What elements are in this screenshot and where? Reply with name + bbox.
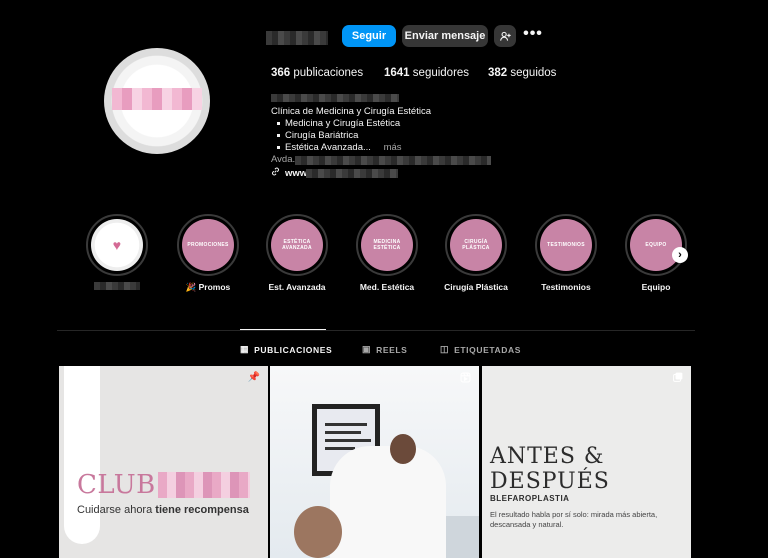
add-user-icon[interactable] (494, 25, 516, 47)
highlight-4[interactable]: CIRUGÍA PLÁSTICA Cirugía Plástica (436, 214, 516, 292)
highlight-label-4: Cirugía Plástica (444, 282, 508, 292)
grid-icon: ▦ (240, 344, 250, 354)
followers-count: 1641 (384, 67, 410, 79)
post-1-club-text: CLUB (77, 470, 156, 500)
tab-etiquetadas[interactable]: ◫ ETIQUETADAS (440, 344, 521, 355)
bio-address-blurred (295, 156, 491, 165)
active-tab-indicator (240, 329, 326, 330)
following-count: 382 (488, 67, 508, 79)
following-label: seguidos (510, 67, 557, 79)
more-options-icon[interactable]: ••• (520, 23, 546, 45)
highlight-2[interactable]: ESTÉTICA AVANZADA Est. Avanzada (257, 214, 337, 292)
posts-label: publicaciones (293, 67, 364, 79)
follow-button[interactable]: Seguir (342, 25, 396, 47)
bio-category: Clínica de Medicina y Cirugía Estética (271, 106, 431, 117)
post-1-brand-blurred (158, 472, 250, 498)
link-icon (271, 167, 280, 179)
highlight-label-2: Est. Avanzada (268, 282, 326, 292)
heart-logo-icon: ♥ (91, 219, 143, 271)
tagged-icon: ◫ (440, 344, 450, 354)
highlight-label-3: Med. Estética (359, 282, 415, 292)
post-3-description: El resultado habla por sí solo: mirada m… (490, 510, 658, 529)
post-3-subtitle: BLEFAROPLASTIA (490, 494, 570, 503)
send-message-button[interactable]: Enviar mensaje (402, 25, 488, 47)
highlight-label-0 (77, 282, 157, 292)
reels-icon: ▣ (362, 344, 372, 354)
bio-link-blurred (306, 169, 398, 178)
highlight-cover-1: PROMOCIONES (182, 219, 234, 271)
highlight-label-6: Equipo (641, 282, 671, 292)
post-1-decor (64, 366, 100, 544)
sparkle-icon: 🎉 (185, 282, 199, 292)
bio-bullet-1: Medicina y Cirugía Estética (271, 118, 531, 130)
highlight-3[interactable]: MEDICINA ESTÉTICA Med. Estética (347, 214, 427, 292)
highlight-cover-5: TESTIMONIOS (540, 219, 592, 271)
tab-reels[interactable]: ▣ REELS (362, 344, 407, 355)
posts-count: 366 (271, 67, 291, 79)
profile-avatar[interactable] (104, 48, 210, 154)
posts-stat[interactable]: 366 publicaciones (271, 67, 363, 79)
chevron-right-icon[interactable]: › (672, 247, 688, 263)
tab-publicaciones[interactable]: ▦ PUBLICACIONES (240, 344, 332, 355)
carousel-icon (673, 372, 683, 385)
tabs-divider (57, 330, 695, 331)
highlight-cover-3: MEDICINA ESTÉTICA (361, 219, 413, 271)
bio-more-link[interactable]: más (384, 142, 402, 154)
reel-icon (460, 372, 471, 386)
bio-link[interactable]: www. (271, 167, 309, 179)
highlight-cover-6: EQUIPO (630, 219, 682, 271)
post-2-patient (294, 506, 342, 558)
highlight-label-5: Testimonios (541, 282, 591, 292)
post-1[interactable]: CLUB Cuidarse ahora tiene recompensa 📌 (59, 366, 268, 558)
highlight-cover-2: ESTÉTICA AVANZADA (271, 219, 323, 271)
profile-username-blurred (266, 31, 328, 45)
following-stat[interactable]: 382 seguidos (488, 67, 556, 79)
avatar-logo-blurred (112, 88, 202, 110)
highlight-5[interactable]: TESTIMONIOS Testimonios (526, 214, 606, 292)
bio-name-blurred (271, 94, 399, 102)
pin-icon: 📌 (247, 372, 260, 383)
highlight-1[interactable]: PROMOCIONES 🎉 Promos (168, 214, 248, 293)
bio-bullet-3: Estética Avanzada... más (271, 142, 531, 154)
bio-bullet-2: Cirugía Bariátrica (271, 130, 531, 142)
highlight-cover-0: ♥ (86, 214, 148, 276)
post-2-doctor (330, 446, 446, 558)
post-2[interactable] (270, 366, 479, 558)
followers-label: seguidores (412, 67, 470, 79)
followers-stat[interactable]: 1641 seguidores (384, 67, 469, 79)
highlight-label-1: Promos (198, 282, 231, 292)
post-3-title: ANTES & DESPUÉS (490, 444, 610, 494)
highlight-cover-4: CIRUGÍA PLÁSTICA (450, 219, 502, 271)
post-1-tagline: Cuidarse ahora tiene recompensa (77, 504, 249, 516)
highlight-0[interactable]: ♥ (77, 214, 157, 292)
post-3[interactable]: ANTES & DESPUÉS BLEFAROPLASTIA El result… (482, 366, 691, 558)
